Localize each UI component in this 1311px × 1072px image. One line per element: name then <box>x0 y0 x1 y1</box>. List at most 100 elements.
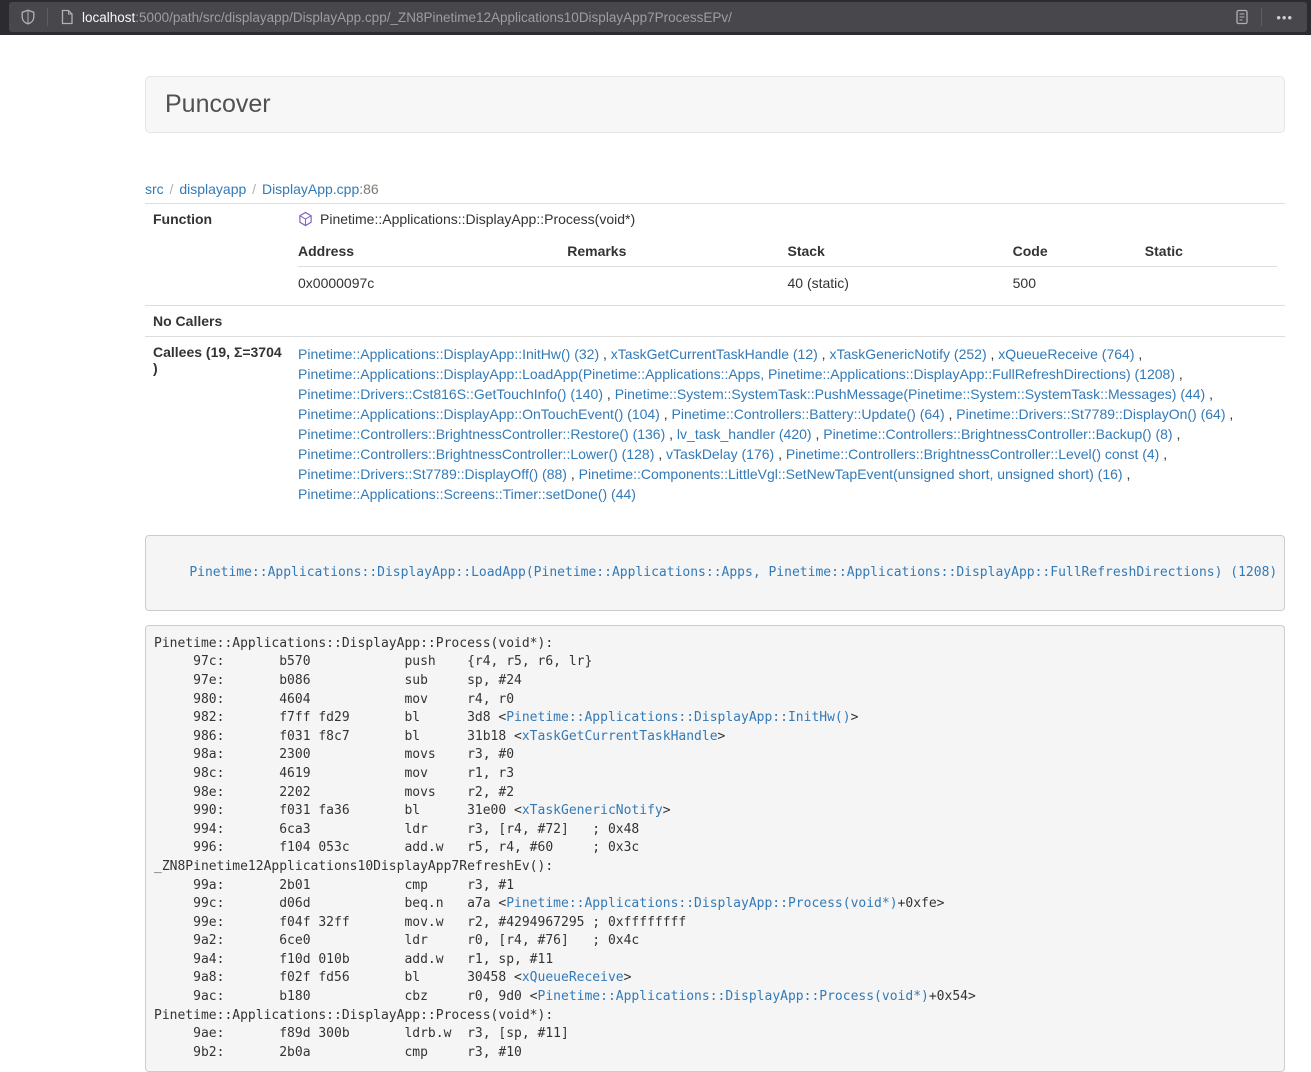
cube-icon <box>298 211 313 227</box>
disassembly-line: 98e: 2202 movs r2, #2 <box>154 784 1276 803</box>
callee-link[interactable]: Pinetime::Applications::DisplayApp::Load… <box>298 366 1175 382</box>
callees-list: Pinetime::Applications::DisplayApp::Init… <box>290 337 1285 512</box>
callee-link[interactable]: vTaskDelay (176) <box>666 446 774 462</box>
callee-link[interactable]: Pinetime::Drivers::Cst816S::GetTouchInfo… <box>298 386 603 402</box>
function-name-row: Pinetime::Applications::DisplayApp::Proc… <box>298 211 1277 227</box>
disassembly-line: 994: 6ca3 ldr r3, [r4, #72] ; 0x48 <box>154 821 1276 840</box>
callee-link[interactable]: Pinetime::Drivers::St7789::DisplayOff() … <box>298 466 567 482</box>
callees-row: Callees (19, Σ=3704 ) Pinetime::Applicat… <box>145 337 1285 512</box>
callee-separator: , <box>774 446 786 462</box>
callee-link[interactable]: Pinetime::System::SystemTask::PushMessag… <box>615 386 1206 402</box>
stack-value: 40 (static) <box>787 267 1012 299</box>
callee-link[interactable]: Pinetime::Applications::Screens::Timer::… <box>298 486 636 502</box>
callee-link[interactable]: Pinetime::Applications::DisplayApp::OnTo… <box>298 406 660 422</box>
disassembly: Pinetime::Applications::DisplayApp::Proc… <box>145 625 1285 1072</box>
callee-separator: , <box>1159 446 1167 462</box>
disassembly-line: Pinetime::Applications::DisplayApp::Proc… <box>154 635 1276 654</box>
detail-header-row: Address Remarks Stack Code Static <box>298 236 1277 267</box>
disassembly-line: 98a: 2300 movs r3, #0 <box>154 746 1276 765</box>
function-name: Pinetime::Applications::DisplayApp::Proc… <box>320 211 635 227</box>
disassembly-line: 980: 4604 mov r4, r0 <box>154 691 1276 710</box>
disassembly-line: 99e: f04f 32ff mov.w r2, #4294967295 ; 0… <box>154 914 1276 933</box>
breadcrumb-link[interactable]: DisplayApp.cpp <box>262 181 359 197</box>
no-callers-label: No Callers <box>145 306 290 337</box>
disassembly-line: 982: f7ff fd29 bl 3d8 <Pinetime::Applica… <box>154 709 1276 728</box>
disassembly-line: 9a2: 6ce0 ldr r0, [r4, #76] ; 0x4c <box>154 932 1276 951</box>
callee-separator: , <box>1175 366 1183 382</box>
callee-link[interactable]: lv_task_handler (420) <box>677 426 812 442</box>
callees-label: Callees (19, Σ=3704 ) <box>145 337 290 512</box>
breadcrumb: src / displayapp / DisplayApp.cpp:86 <box>145 181 1285 197</box>
callee-link[interactable]: Pinetime::Controllers::BrightnessControl… <box>786 446 1159 462</box>
disassembly-line: 986: f031 f8c7 bl 31b18 <xTaskGetCurrent… <box>154 728 1276 747</box>
disassembly-line: 9ac: b180 cbz r0, 9d0 <Pinetime::Applica… <box>154 988 1276 1007</box>
callee-separator: , <box>599 346 611 362</box>
breadcrumb-link[interactable]: src <box>145 181 164 197</box>
callee-separator: , <box>1173 426 1181 442</box>
no-callers-row: No Callers <box>145 306 1285 337</box>
remarks-value <box>567 267 787 299</box>
breadcrumb-separator: / <box>164 181 180 197</box>
page-icon[interactable] <box>56 6 78 28</box>
disassembly-line: 9a8: f02f fd56 bl 30458 <xQueueReceive> <box>154 969 1276 988</box>
disassembly-symbol-link[interactable]: Pinetime::Applications::DisplayApp::Proc… <box>506 896 897 911</box>
highlighted-symbol-link[interactable]: Pinetime::Applications::DisplayApp::Load… <box>189 565 1277 580</box>
ellipsis-menu-icon[interactable]: ••• <box>1270 10 1299 25</box>
callee-link[interactable]: Pinetime::Controllers::Battery::Update()… <box>672 406 945 422</box>
breadcrumb-separator: / <box>246 181 262 197</box>
callee-link[interactable]: xQueueReceive (764) <box>998 346 1134 362</box>
function-detail-table: Address Remarks Stack Code Static 0x0000… <box>298 236 1277 298</box>
shield-icon[interactable] <box>17 6 39 28</box>
app-header-panel: Puncover <box>145 76 1285 133</box>
callee-link[interactable]: xTaskGenericNotify (252) <box>829 346 986 362</box>
disassembly-symbol-link[interactable]: xTaskGenericNotify <box>522 803 663 818</box>
detail-data-row: 0x0000097c 40 (static) 500 <box>298 267 1277 299</box>
callee-link[interactable]: Pinetime::Components::LittleVgl::SetNewT… <box>579 466 1123 482</box>
url-text[interactable]: localhost:5000/path/src/displayapp/Displ… <box>82 10 1231 25</box>
disassembly-line: 99a: 2b01 cmp r3, #1 <box>154 877 1276 896</box>
callee-link[interactable]: Pinetime::Controllers::BrightnessControl… <box>298 446 654 462</box>
callee-separator: , <box>987 346 999 362</box>
toolbar-divider <box>47 8 48 26</box>
address-bar[interactable]: localhost:5000/path/src/displayapp/Displ… <box>9 2 1307 32</box>
callee-separator: , <box>945 406 957 422</box>
disassembly-line: 9a4: f10d 010b add.w r1, sp, #11 <box>154 951 1276 970</box>
callee-link[interactable]: xTaskGetCurrentTaskHandle (12) <box>611 346 818 362</box>
disassembly-line: 9b2: 2b0a cmp r3, #10 <box>154 1044 1276 1063</box>
callee-link[interactable]: Pinetime::Controllers::BrightnessControl… <box>298 426 665 442</box>
disassembly-symbol-link[interactable]: xTaskGetCurrentTaskHandle <box>522 729 718 744</box>
disassembly-symbol-link[interactable]: Pinetime::Applications::DisplayApp::Init… <box>506 710 850 725</box>
callee-link[interactable]: Pinetime::Controllers::BrightnessControl… <box>823 426 1172 442</box>
callee-separator: , <box>812 426 824 442</box>
breadcrumb-link[interactable]: displayapp <box>179 181 246 197</box>
url-host: localhost <box>82 10 135 25</box>
toolbar-divider <box>1261 8 1262 26</box>
callee-link[interactable]: Pinetime::Drivers::St7789::DisplayOn() (… <box>956 406 1225 422</box>
callee-separator: , <box>603 386 615 402</box>
callee-link[interactable]: Pinetime::Applications::DisplayApp::Init… <box>298 346 599 362</box>
url-path: :5000/path/src/displayapp/DisplayApp.cpp… <box>135 10 732 25</box>
page-title: Puncover <box>165 90 1265 119</box>
callee-separator: , <box>1123 466 1131 482</box>
code-size-value: 500 <box>1013 267 1145 299</box>
address-value: 0x0000097c <box>298 267 567 299</box>
reader-view-icon[interactable] <box>1231 6 1253 28</box>
callee-separator: , <box>1205 386 1213 402</box>
disassembly-line: Pinetime::Applications::DisplayApp::Proc… <box>154 1007 1276 1026</box>
column-header-address: Address <box>298 236 567 267</box>
disassembly-line: 97c: b570 push {r4, r5, r6, lr} <box>154 653 1276 672</box>
callee-separator: , <box>660 406 672 422</box>
callee-separator: , <box>1134 346 1142 362</box>
column-header-stack: Stack <box>787 236 1012 267</box>
callee-separator: , <box>654 446 666 462</box>
highlighted-symbol-box: Pinetime::Applications::DisplayApp::Load… <box>145 535 1285 611</box>
function-table: Function Pinetime::Applications::Display… <box>145 203 1285 511</box>
callee-separator: , <box>1226 406 1234 422</box>
disassembly-symbol-link[interactable]: xQueueReceive <box>522 970 624 985</box>
column-header-static: Static <box>1145 236 1277 267</box>
callee-separator: , <box>567 466 579 482</box>
callee-separator: , <box>665 426 677 442</box>
disassembly-line: 990: f031 fa36 bl 31e00 <xTaskGenericNot… <box>154 802 1276 821</box>
disassembly-line: 99c: d06d beq.n a7a <Pinetime::Applicati… <box>154 895 1276 914</box>
disassembly-symbol-link[interactable]: Pinetime::Applications::DisplayApp::Proc… <box>538 989 929 1004</box>
